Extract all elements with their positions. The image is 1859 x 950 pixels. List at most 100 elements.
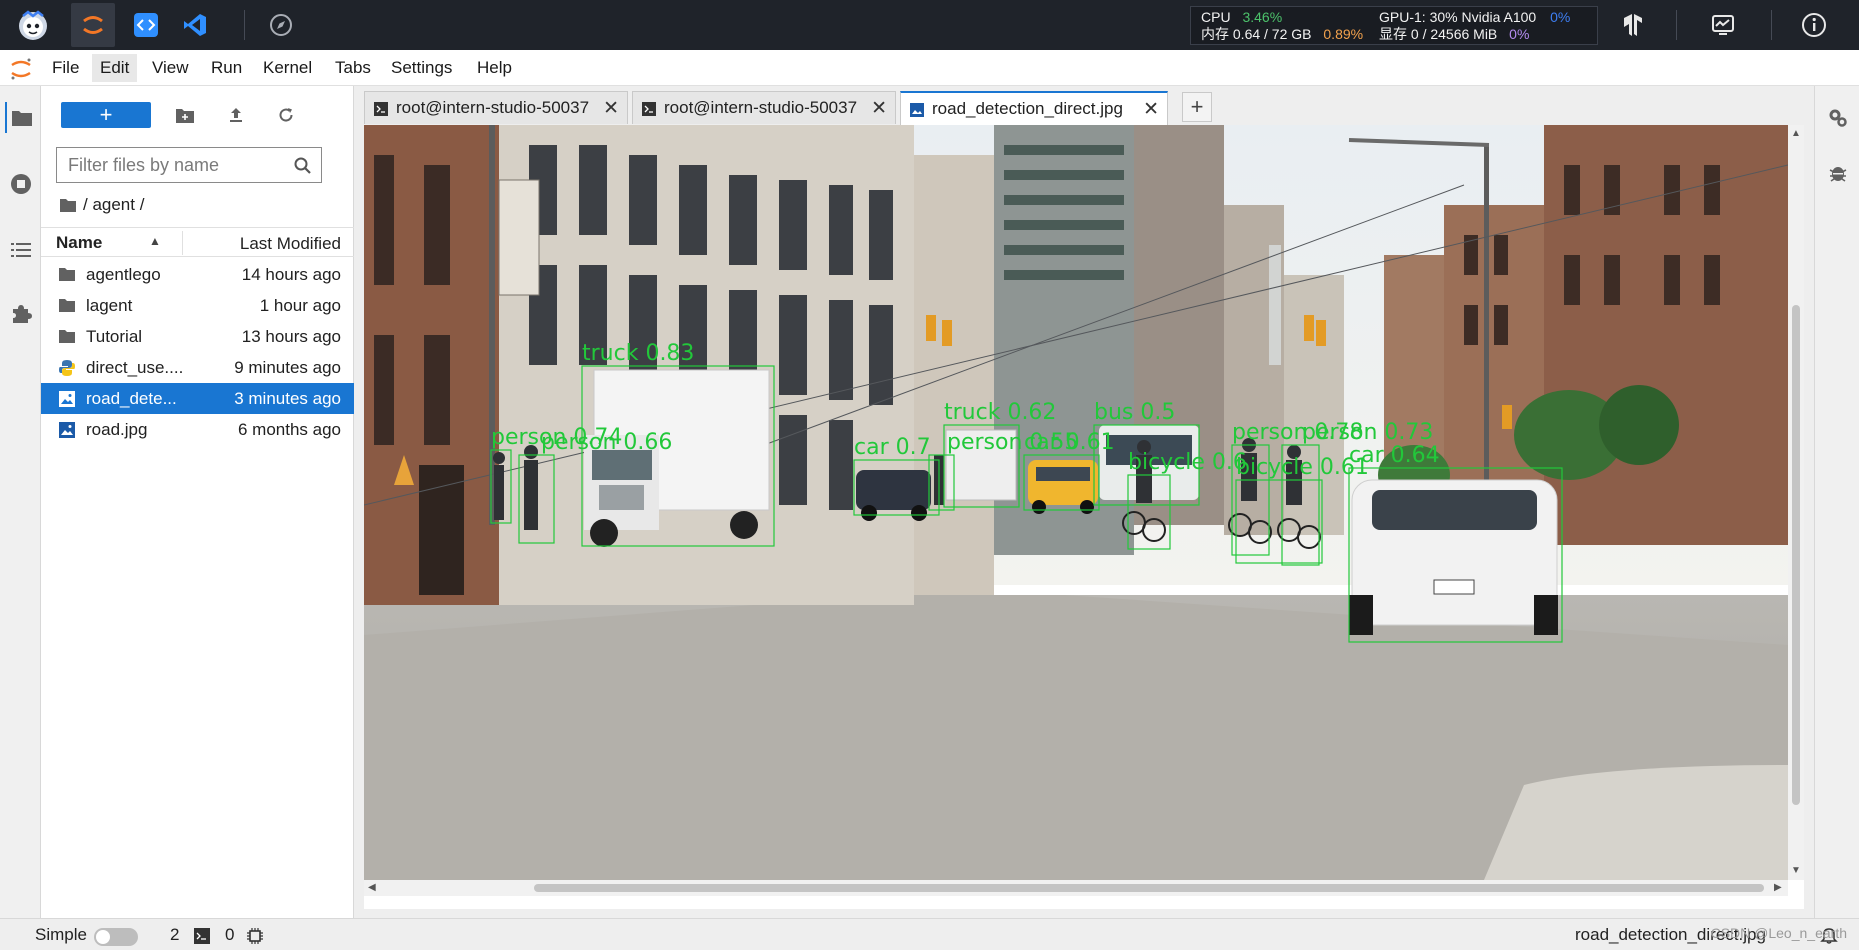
file-row-road-detection[interactable]: road_dete... 3 minutes ago [41,383,354,414]
extension-puzzle-icon[interactable] [5,298,36,329]
running-kernels-icon[interactable] [5,168,36,199]
detection-box [1235,479,1323,564]
scroll-down-icon[interactable]: ▼ [1791,865,1801,876]
close-icon[interactable]: ✕ [603,97,619,120]
close-icon[interactable]: ✕ [871,97,887,120]
menu-help[interactable]: Help [469,54,520,82]
detection-label: truck 0.83 [582,341,694,366]
menu-edit[interactable]: Edit [92,54,138,82]
file-name: road_dete... [86,389,177,408]
image-icon [910,103,924,117]
breadcrumb: / agent / [59,192,144,218]
toolbar-divider [1771,10,1772,40]
detection-box [490,449,512,524]
tab-terminal-2[interactable]: root@intern-studio-50037 ✕ [632,91,896,124]
terminal-icon [374,102,388,116]
image-file-icon [58,421,76,439]
memory-label: 内存 0.64 / 72 GB [1201,26,1312,42]
toolbar-divider [244,10,245,40]
file-name: lagent [86,296,133,315]
vertical-scroll-thumb[interactable] [1792,305,1800,805]
tab-label: road_detection_direct.jpg [932,99,1123,118]
file-name: Tutorial [86,327,143,346]
menu-tabs[interactable]: Tabs [327,54,379,82]
intern-studio-logo[interactable] [14,6,52,44]
monitor-icon[interactable] [1704,6,1742,44]
vram-label: 显存 0 / 24566 MiB [1379,26,1498,42]
menu-run[interactable]: Run [203,54,250,82]
new-folder-icon[interactable] [171,101,199,129]
file-row-road[interactable]: road.jpg 6 months ago [41,414,354,445]
refresh-icon[interactable] [272,101,300,129]
compass-icon[interactable] [262,6,300,44]
detection-label: bicycle 0.61 [1236,455,1369,480]
detection-label: person 0.66 [541,430,672,455]
breadcrumb-path[interactable]: / agent / [83,195,144,215]
upload-icon[interactable] [222,101,250,129]
column-name-header[interactable]: Name [56,233,102,253]
column-modified-header[interactable]: Last Modified [240,234,341,254]
tab-road-detection-image[interactable]: road_detection_direct.jpg ✕ [900,91,1168,126]
close-icon[interactable]: ✕ [1143,98,1159,121]
right-sidebar [1814,86,1859,918]
tab-label: root@intern-studio-50037 [664,98,858,117]
detection-overlay: truck 0.83person 0.74person 0.66 car 0.7t… [490,341,1563,643]
vscode-icon[interactable] [176,6,214,44]
file-name: agentlego [86,265,161,284]
horizontal-scrollbar[interactable]: ◀ ▶ [364,880,1788,896]
file-modified: 3 minutes ago [234,389,341,408]
home-folder-icon[interactable] [59,198,77,213]
vertical-scrollbar[interactable]: ▲ ▼ [1788,125,1804,880]
sort-ascending-icon[interactable]: ▲ [149,234,161,248]
file-row-tutorial[interactable]: Tutorial 13 hours ago [41,321,354,352]
scroll-up-icon[interactable]: ▲ [1791,128,1801,139]
scroll-left-icon[interactable]: ◀ [368,882,376,893]
top-app-bar: CPU 3.46% 内存 0.64 / 72 GB 0.89% GPU-1: 3… [0,0,1859,50]
tensorflow-icon[interactable] [1614,6,1652,44]
menu-settings[interactable]: Settings [383,54,460,82]
new-launcher-button[interactable]: + [61,102,151,128]
main-dock-area: root@intern-studio-50037 ✕ root@intern-s… [354,86,1814,918]
code-editor-icon[interactable] [127,6,165,44]
detection-box [1127,474,1171,550]
property-inspector-gear-icon[interactable] [1822,102,1853,133]
status-bar: Simple 2 0 road_detection_direct.jpg CSD… [0,918,1859,950]
file-modified: 14 hours ago [241,265,341,284]
file-row-agentlego[interactable]: agentlego 14 hours ago [41,259,354,290]
info-icon[interactable] [1795,6,1833,44]
scroll-right-icon[interactable]: ▶ [1774,882,1782,893]
python-file-icon [58,359,76,377]
document-tab-bar: root@intern-studio-50037 ✕ root@intern-s… [364,91,1804,126]
debugger-bug-icon[interactable] [1822,156,1853,187]
add-tab-button[interactable]: + [1182,92,1212,122]
file-modified: 1 hour ago [259,296,341,315]
jupyter-app-icon[interactable] [71,3,115,47]
menu-file[interactable]: File [44,54,87,82]
terminal-icon [642,102,656,116]
table-of-contents-icon[interactable] [5,234,36,265]
detection-box [518,454,555,544]
image-file-icon [58,390,76,408]
kernel-status-chip-icon [246,927,264,945]
terminal-icon [194,928,210,944]
folder-icon[interactable] [5,102,36,133]
folder-icon [58,266,76,284]
file-row-lagent[interactable]: lagent 1 hour ago [41,290,354,321]
detection-label: bus 0.5 [1094,400,1175,425]
terminal-count[interactable]: 0 [225,925,234,945]
detection-label: bicycle 0.6 [1128,450,1247,475]
watermark: CSDN @Leo_n_earth [1710,925,1847,941]
resource-monitor: CPU 3.46% 内存 0.64 / 72 GB 0.89% GPU-1: 3… [1190,6,1598,45]
menu-view[interactable]: View [144,54,197,82]
tab-terminal-1[interactable]: root@intern-studio-50037 ✕ [364,91,628,124]
file-filter-input[interactable] [57,148,287,182]
toolbar-divider [1676,10,1677,40]
column-divider [182,231,183,255]
file-filter-field[interactable] [56,147,322,183]
kernel-count[interactable]: 2 [170,925,179,945]
file-row-direct-use[interactable]: direct_use.... 9 minutes ago [41,352,354,383]
horizontal-scroll-thumb[interactable] [534,884,1764,892]
menu-kernel[interactable]: Kernel [255,54,320,82]
simple-mode-toggle[interactable] [94,928,138,946]
file-name: direct_use.... [86,358,184,377]
